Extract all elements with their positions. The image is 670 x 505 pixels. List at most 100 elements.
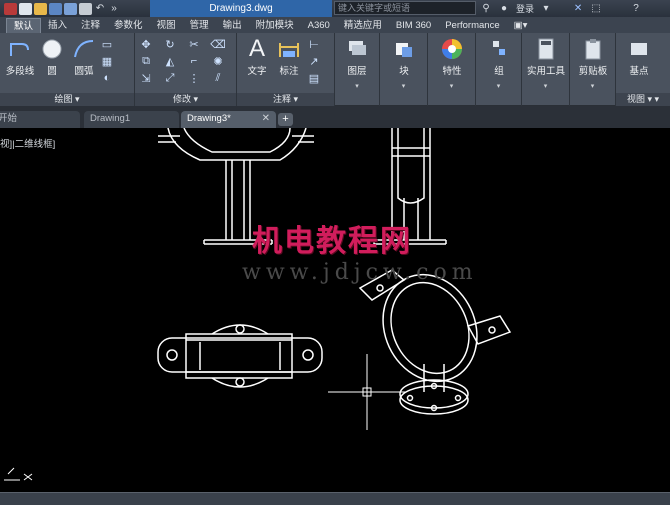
block-icon	[396, 43, 412, 57]
new-tab-button[interactable]: +	[278, 113, 293, 126]
properties-panel: 特性 ▾	[428, 33, 476, 106]
modify-tools: ✥ ↻ ✂ ⌫ ⧉ ◭ ⌐ ✺ ⇲ ⤢ ⋮ ⫽	[139, 38, 235, 89]
tab-output[interactable]: 输出	[216, 18, 249, 33]
layers-icon	[349, 41, 366, 55]
ribbon: 多段线 圆 圆弧 ▭ ▦ ◐ 绘图 ▾ ✥ ↻ ✂ ⌫ ⧉ ◭ ⌐ ✺ ⇲ ⤢	[0, 33, 670, 106]
ribbon-tab-bar: 默认 插入 注释 参数化 视图 管理 输出 附加模块 A360 精选应用 BIM…	[0, 17, 670, 33]
title-bar-right: ⚲ ● 登录 ▾ ✕ ⬚ ?	[480, 0, 642, 17]
file-tab-start[interactable]: 开始	[0, 111, 80, 128]
a360-icon[interactable]: ⬚	[590, 3, 602, 15]
undo-icon[interactable]: ↶	[94, 3, 106, 15]
watermark-title: 机电教程网	[252, 224, 412, 259]
chevron-down-icon[interactable]: ▾	[540, 3, 552, 15]
plot-icon[interactable]	[79, 2, 92, 15]
drawing-canvas[interactable]: 视]|二维线框] 机电教程网 www.jdjcw.com	[0, 128, 670, 492]
groups-dropdown-icon[interactable]: ▾	[476, 82, 521, 90]
annotation-tools: ⊢ ↗ ▤	[307, 38, 329, 89]
linear-dimension-icon[interactable]: ⊢	[307, 38, 321, 51]
properties-button[interactable]: 特性	[432, 37, 472, 77]
trim-icon[interactable]: ✂	[187, 38, 201, 51]
groups-panel: 组 ▾	[476, 33, 522, 106]
leader-icon[interactable]: ↗	[307, 55, 321, 68]
base-point-button[interactable]: 基点	[619, 37, 659, 77]
explode-icon[interactable]: ✺	[211, 55, 225, 68]
utilities-dropdown-icon[interactable]: ▾	[522, 82, 569, 90]
rectangle-icon[interactable]: ▭	[100, 38, 114, 51]
tab-featured-apps[interactable]: 精选应用	[337, 18, 389, 33]
properties-dropdown-icon[interactable]: ▾	[428, 82, 475, 90]
binoculars-icon[interactable]: ⚲	[480, 3, 492, 15]
stretch-icon[interactable]: ⇲	[139, 72, 153, 85]
erase-icon[interactable]: ⌫	[210, 38, 226, 51]
text-icon: A	[248, 35, 265, 62]
view-panel-title[interactable]: 视图 ▾ ▾	[616, 93, 670, 106]
base-view-icon	[631, 43, 647, 55]
layers-button[interactable]: 图层	[337, 37, 377, 77]
table-icon[interactable]: ▤	[307, 72, 321, 85]
tab-parametric[interactable]: 参数化	[107, 18, 150, 33]
tab-addins[interactable]: 附加模块	[249, 18, 301, 33]
tab-annotate[interactable]: 注释	[74, 18, 107, 33]
tab-insert[interactable]: 插入	[41, 18, 74, 33]
tab-performance[interactable]: Performance	[438, 18, 506, 33]
group-button[interactable]: 组	[479, 37, 519, 77]
annotation-panel: A 文字 标注 ⊢ ↗ ▤ 注释 ▾	[237, 33, 335, 106]
arc-button[interactable]: 圆弧	[64, 37, 104, 77]
mirror-icon[interactable]: ◭	[163, 55, 177, 68]
tab-a360[interactable]: A360	[301, 18, 337, 33]
file-tab-drawing1[interactable]: Drawing1	[84, 111, 179, 128]
clipboard-button[interactable]: 剪贴板	[573, 37, 613, 77]
clipboard-panel: 剪贴板 ▾	[570, 33, 616, 106]
tab-bim360[interactable]: BIM 360	[389, 18, 438, 33]
color-wheel-icon	[442, 39, 462, 59]
polyline-icon	[10, 43, 29, 56]
ribbon-options-icon[interactable]: ▣▾	[507, 18, 535, 33]
ucs-icon	[4, 467, 33, 481]
draw-tools: ▭ ▦ ◐	[100, 38, 122, 89]
block-dropdown-icon[interactable]: ▾	[380, 82, 427, 90]
utilities-panel: 实用工具 ▾	[522, 33, 570, 106]
clipboard-dropdown-icon[interactable]: ▾	[570, 82, 615, 90]
array-icon[interactable]: ⋮	[187, 72, 201, 85]
fillet-icon[interactable]: ⌐	[187, 55, 201, 67]
arc-icon	[74, 40, 94, 58]
dimension-button[interactable]: 标注	[269, 37, 309, 77]
copy-icon[interactable]: ⧉	[139, 55, 153, 67]
offset-icon[interactable]: ⫽	[211, 72, 225, 84]
title-bar: ↶ » Drawing3.dwg 键入关键字或短语 ⚲ ● 登录 ▾ ✕ ⬚ ?	[0, 0, 670, 17]
file-tab-drawing3[interactable]: Drawing3* ✕	[181, 111, 276, 128]
crosshair-cursor	[328, 354, 406, 430]
tab-home[interactable]: 默认	[6, 18, 42, 33]
annotation-panel-title[interactable]: 注释 ▾	[237, 93, 334, 106]
scale-icon[interactable]: ⤢	[163, 72, 177, 84]
move-icon[interactable]: ✥	[139, 38, 153, 51]
exchange-apps-icon[interactable]: ✕	[572, 3, 584, 15]
save-icon[interactable]	[49, 2, 62, 15]
modify-panel: ✥ ↻ ✂ ⌫ ⧉ ◭ ⌐ ✺ ⇲ ⤢ ⋮ ⫽ 修改 ▾	[135, 33, 237, 106]
redo-icon[interactable]: »	[108, 3, 120, 15]
application-menu-icon[interactable]	[4, 2, 17, 15]
layers-dropdown-icon[interactable]: ▾	[335, 82, 379, 90]
open-file-icon[interactable]	[34, 2, 47, 15]
rotate-icon[interactable]: ↻	[163, 38, 177, 51]
new-file-icon[interactable]	[19, 2, 32, 15]
user-icon[interactable]: ●	[498, 3, 510, 15]
block-button[interactable]: 块	[384, 37, 424, 77]
file-tab-bar: 开始 Drawing1 Drawing3* ✕ +	[0, 106, 670, 128]
help-icon[interactable]: ?	[630, 3, 642, 15]
tab-manage[interactable]: 管理	[183, 18, 216, 33]
signin-button[interactable]: 登录	[516, 2, 534, 15]
save-as-icon[interactable]	[64, 2, 77, 15]
document-title: Drawing3.dwg	[150, 0, 332, 17]
tab-view[interactable]: 视图	[150, 18, 183, 33]
hatch-icon[interactable]: ▦	[100, 55, 114, 68]
drawing-geometry	[4, 128, 512, 481]
search-input[interactable]: 键入关键字或短语	[334, 1, 476, 15]
view-panel: 基点 视图 ▾ ▾	[616, 33, 670, 106]
modify-panel-title[interactable]: 修改 ▾	[135, 93, 236, 106]
draw-panel-title[interactable]: 绘图 ▾	[0, 93, 134, 106]
clipboard-icon	[585, 39, 601, 60]
close-tab-icon[interactable]: ✕	[262, 111, 270, 127]
utilities-button[interactable]: 实用工具	[526, 37, 566, 77]
ellipse-icon[interactable]: ◐	[100, 72, 114, 84]
